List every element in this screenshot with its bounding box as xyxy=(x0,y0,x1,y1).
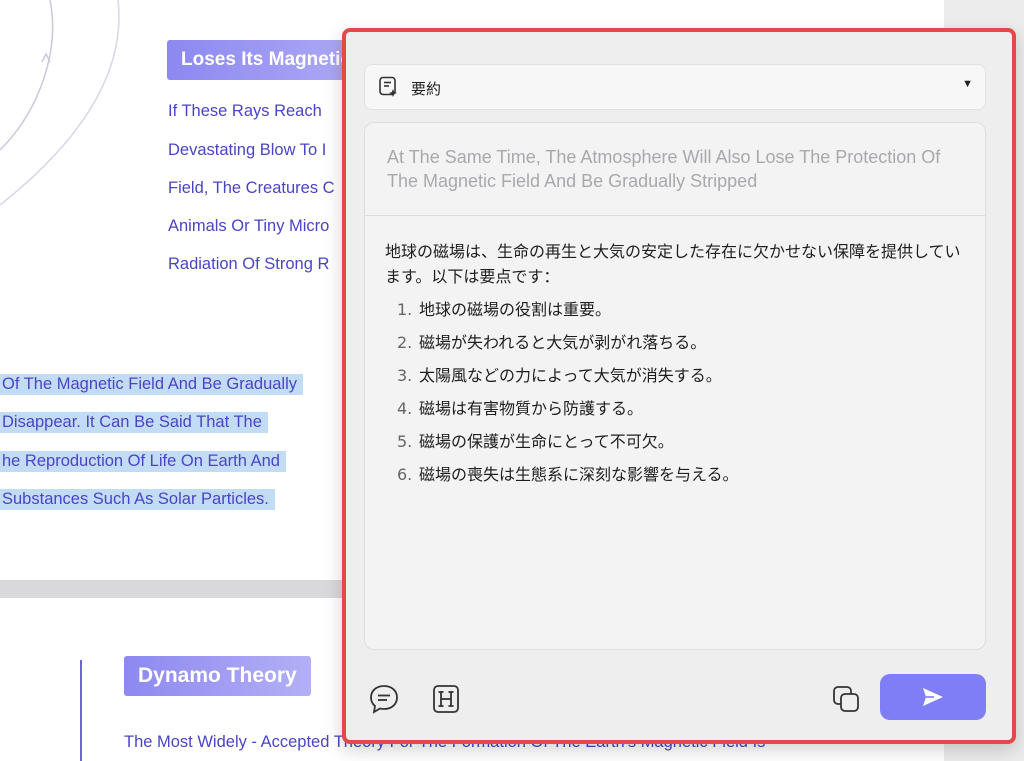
send-icon xyxy=(923,688,943,706)
document-line: Field, The Creatures C xyxy=(168,179,335,197)
list-text: 磁場の喪失は生態系に深刻な影響を与える。 xyxy=(419,465,739,484)
orbit-illustration xyxy=(0,0,120,206)
chat-icon[interactable] xyxy=(368,683,400,720)
list-number: 3. xyxy=(397,366,413,385)
summarize-icon xyxy=(378,76,400,103)
heading-icon[interactable] xyxy=(430,683,462,720)
list-number: 4. xyxy=(397,399,413,418)
document-line: Devastating Blow To I xyxy=(168,141,327,159)
summary-card: At The Same Time, The Atmosphere Will Al… xyxy=(364,122,986,650)
document-line: If These Rays Reach xyxy=(168,102,322,120)
list-text: 地球の磁場の役割は重要。 xyxy=(419,300,612,319)
list-number: 2. xyxy=(397,333,413,352)
mode-dropdown[interactable]: 要約 ▼ xyxy=(364,64,986,110)
list-text: 磁場は有害物質から防護する。 xyxy=(419,399,644,418)
list-number: 1. xyxy=(397,300,413,319)
selected-text-line[interactable]: Disappear. It Can Be Said That The xyxy=(0,412,268,433)
list-text: 磁場の保護が生命にとって不可欠。 xyxy=(419,432,674,451)
list-text: 磁場が失われると大気が剥がれ落ちる。 xyxy=(419,333,707,352)
selected-text-line[interactable]: Substances Such As Solar Particles. xyxy=(0,489,275,510)
divider xyxy=(365,215,985,216)
section-bar xyxy=(80,660,82,761)
list-item: 4. 磁場は有害物質から防護する。 xyxy=(397,396,739,429)
summary-list: 1. 地球の磁場の役割は重要。 2. 磁場が失われると大気が剥がれ落ちる。 3. 太陽… xyxy=(397,297,739,495)
ai-assistant-panel: 要約 ▼ At The Same Time, The Atmosphere Wi… xyxy=(342,28,1016,744)
document-line: Radiation Of Strong R xyxy=(168,255,330,273)
copy-icon[interactable] xyxy=(830,683,862,720)
list-item: 2. 磁場が失われると大気が剥がれ落ちる。 xyxy=(397,330,739,363)
chevron-down-icon: ▼ xyxy=(962,78,973,90)
list-item: 3. 太陽風などの力によって大気が消失する。 xyxy=(397,363,739,396)
list-item: 1. 地球の磁場の役割は重要。 xyxy=(397,297,739,330)
list-number: 6. xyxy=(397,465,413,484)
selected-text-line[interactable]: Of The Magnetic Field And Be Gradually xyxy=(0,374,304,395)
document-line: Animals Or Tiny Micro xyxy=(168,217,330,235)
list-text: 太陽風などの力によって大気が消失する。 xyxy=(419,366,722,385)
list-item: 5. 磁場の保護が生命にとって不可欠。 xyxy=(397,429,739,462)
section-heading-dynamo: Dynamo Theory xyxy=(124,656,311,696)
list-number: 5. xyxy=(397,432,413,451)
send-button[interactable] xyxy=(880,674,986,720)
summary-intro: 地球の磁場は、生命の再生と大気の安定した存在に欠かせない保障を提供しています。以… xyxy=(385,242,961,286)
list-item: 6. 磁場の喪失は生態系に深刻な影響を与える。 xyxy=(397,462,739,495)
selected-text-line[interactable]: he Reproduction Of Life On Earth And xyxy=(0,451,286,472)
mode-label: 要約 xyxy=(411,80,442,98)
source-text: At The Same Time, The Atmosphere Will Al… xyxy=(387,147,941,191)
